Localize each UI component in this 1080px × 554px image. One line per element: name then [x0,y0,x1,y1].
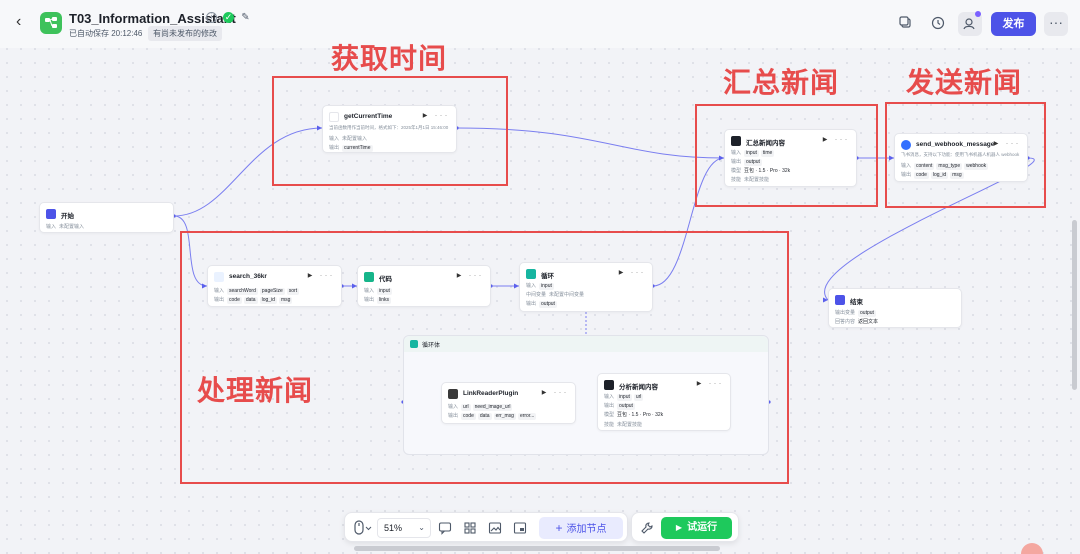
node-send-webhook[interactable]: send_webhook_message ▶ ··· 飞书消息，支持以下功能：使… [894,133,1028,182]
run-more-icon[interactable]: ▶ ··· [308,272,335,279]
run-more-icon[interactable]: ▶ ··· [542,389,569,396]
annotation-label-summarize: 汇总新闻 [723,67,840,98]
layout-icon[interactable] [463,521,477,535]
search-plugin-icon [214,272,224,282]
top-bar: ‹ T03_Information_Assistant i ✓ ✎ 已自动保存 … [0,0,1080,48]
vertical-scrollbar[interactable] [1072,220,1077,390]
more-options-icon[interactable]: ··· [1044,12,1068,36]
mouse-mode-icon[interactable] [353,520,373,536]
play-icon: ▶ [675,523,683,532]
start-icon [46,209,56,219]
copy-icon[interactable] [897,14,915,32]
node-link-reader[interactable]: LinkReaderPlugin ▶ ··· 输入 url need_image_u… [441,382,576,424]
collaborators-button[interactable] [958,11,982,36]
node-end[interactable]: 结束 输出变量 output 回答内容 返回文本 [828,288,962,328]
end-icon [835,295,845,305]
run-more-icon[interactable]: ▶ ··· [457,272,484,279]
unpublished-badge: 有尚未发布的修改 [148,26,222,41]
node-search-36kr[interactable]: search_36kr ▶ ··· 输入 searchWord pageSize so… [207,265,342,307]
wrench-icon[interactable] [640,521,654,535]
image-icon[interactable] [488,521,502,535]
notification-dot [975,11,981,17]
workflow-logo-icon [40,12,62,34]
edit-icon[interactable]: ✎ [240,12,251,23]
verified-check-icon: ✓ [223,12,234,23]
plugin-icon [329,112,339,122]
node-title: 开始 [61,213,74,220]
annotation-label-get-time: 获取时间 [331,43,448,74]
loop-body-icon [410,340,418,348]
history-icon[interactable] [929,14,947,32]
loop-body-title: 循环体 [422,343,441,349]
horizontal-scrollbar[interactable] [354,546,720,551]
feishu-icon [901,140,911,150]
bottom-toolbar: 51% ⌄ + 添加节点 [344,512,628,542]
loop-icon [526,269,536,279]
node-get-current-time[interactable]: getCurrentTime ▶ ··· 当前函数用作当前时间，格式如下：202… [322,105,457,153]
node-summary[interactable]: 汇总新闻内容 ▶ ··· 输入 input time 输出 output 模型 豆包 ·… [724,129,857,187]
autosave-status: 已自动保存 20:12:46 [69,29,143,38]
run-more-icon[interactable]: ▶ ··· [697,380,724,387]
comment-icon[interactable] [438,521,452,535]
plus-icon: + [555,521,563,535]
llm-icon [604,380,614,390]
zoom-value: 51% [384,523,403,533]
node-analyze[interactable]: 分析新闻内容 ▶ ··· 输入 input url 输出 output 模型 豆包 · … [597,373,731,431]
minimap-icon[interactable] [513,521,527,535]
run-toolbar: ▶ 试运行 [631,512,739,542]
llm-icon [731,136,741,146]
chevron-down-icon: ⌄ [418,523,425,532]
code-icon [364,272,374,282]
add-node-button[interactable]: + 添加节点 [539,517,623,539]
test-run-button[interactable]: ▶ 试运行 [661,517,732,539]
node-code[interactable]: 代码 ▶ ··· 输入 input 输出 links [357,265,491,307]
info-icon[interactable]: i [206,12,217,23]
publish-button[interactable]: 发布 [991,12,1036,36]
run-more-icon[interactable]: ▶ ··· [423,112,450,119]
zoom-select[interactable]: 51% ⌄ [377,518,431,538]
link-reader-icon [448,389,458,399]
run-more-icon[interactable]: ▶ ··· [619,269,646,276]
run-more-icon[interactable]: ▶ ··· [823,136,850,143]
run-more-icon[interactable]: ▶ ··· [994,140,1021,147]
node-loop[interactable]: 循环 ▶ ··· 输入 input 中间变量 未配置中间变量 输出 output [519,262,653,312]
node-start[interactable]: 开始 输入 未配置输入 [39,202,174,233]
annotation-label-send: 发送新闻 [906,67,1023,98]
annotation-label-process: 处理新闻 [197,375,314,406]
back-arrow-icon[interactable]: ‹ [16,14,32,30]
